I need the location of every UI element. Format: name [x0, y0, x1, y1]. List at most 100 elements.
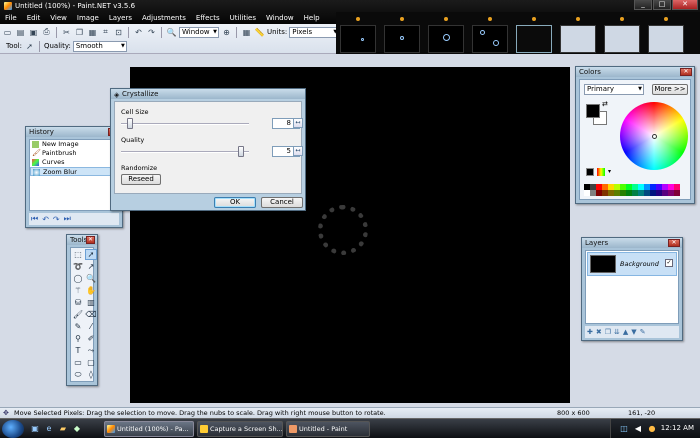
- ellipse-select-icon[interactable]: ◯: [72, 273, 84, 284]
- zoom-in-icon[interactable]: ⊕: [221, 27, 232, 38]
- quicklaunch-icon[interactable]: ◆: [72, 424, 82, 434]
- taskbar-item-paint[interactable]: Untitled - Paint: [286, 421, 370, 437]
- move-selection-icon[interactable]: ↗: [85, 261, 97, 272]
- new-icon[interactable]: ▭: [2, 27, 13, 38]
- zoom-icon[interactable]: 🔍: [85, 273, 97, 284]
- deselect-icon[interactable]: ⊡: [113, 27, 124, 38]
- taskbar-item-paintdotnet[interactable]: Untitled (100%) - Pa...: [104, 421, 194, 437]
- close-icon[interactable]: ✕: [86, 236, 95, 244]
- move-selected-pixels-icon[interactable]: ➚: [85, 249, 97, 260]
- menu-image[interactable]: Image: [72, 12, 104, 24]
- freeform-shape-icon[interactable]: ◊: [85, 369, 97, 380]
- text-icon[interactable]: T: [72, 345, 84, 356]
- history-item-selected[interactable]: Zoom Blur: [30, 167, 118, 176]
- layer-visibility-checkbox[interactable]: ✓: [665, 259, 673, 267]
- primary-color-swatch[interactable]: [586, 104, 600, 118]
- show-desktop-icon[interactable]: ▣: [30, 424, 40, 434]
- image-thumbnail[interactable]: [560, 17, 596, 53]
- clone-stamp-icon[interactable]: ⚲: [72, 333, 84, 344]
- close-button[interactable]: ✕: [672, 0, 698, 10]
- history-item[interactable]: 🖌 Paintbrush: [30, 149, 118, 158]
- palette-swatch[interactable]: [674, 190, 680, 196]
- paint-bucket-icon[interactable]: ⛁: [72, 297, 84, 308]
- ellipse-icon[interactable]: ⬭: [72, 369, 84, 380]
- layer-item[interactable]: Background ✓: [587, 252, 677, 276]
- layer-properties-icon[interactable]: ✎: [640, 328, 646, 336]
- add-layer-icon[interactable]: ✚: [587, 328, 593, 336]
- recolor-icon[interactable]: ✐: [85, 333, 97, 344]
- lasso-select-icon[interactable]: ➰: [72, 261, 84, 272]
- image-thumbnail[interactable]: [340, 17, 376, 53]
- redo-icon[interactable]: ↷: [53, 215, 60, 224]
- image-thumbnail[interactable]: [472, 17, 508, 53]
- swap-colors-icon[interactable]: ⇄: [602, 100, 608, 108]
- menu-view[interactable]: View: [45, 12, 72, 24]
- image-thumbnail[interactable]: [428, 17, 464, 53]
- cancel-button[interactable]: Cancel: [261, 197, 303, 208]
- pan-icon[interactable]: ✋: [85, 285, 97, 296]
- move-layer-up-icon[interactable]: ▲: [623, 328, 628, 336]
- image-thumbnail-selected[interactable]: [516, 17, 552, 53]
- rewind-icon[interactable]: ⏮: [31, 214, 38, 224]
- image-thumbnail[interactable]: [384, 17, 420, 53]
- network-icon[interactable]: ◫: [619, 424, 629, 434]
- more-colors-button[interactable]: More >>: [652, 84, 688, 95]
- eraser-icon[interactable]: ⌫: [85, 309, 97, 320]
- quality-slider-thumb[interactable]: [238, 146, 244, 157]
- rounded-rectangle-icon[interactable]: ▢: [85, 357, 97, 368]
- tray-app-icon[interactable]: ●: [647, 424, 657, 434]
- undo-icon[interactable]: ↶: [133, 27, 144, 38]
- quality-reset-button[interactable]: ↤: [293, 146, 303, 156]
- merge-layer-icon[interactable]: ⇊: [614, 328, 620, 336]
- gradient-icon[interactable]: ▥: [85, 297, 97, 308]
- menu-utilities[interactable]: Utilities: [225, 12, 261, 24]
- magic-wand-icon[interactable]: ⚚: [72, 285, 84, 296]
- copy-icon[interactable]: ❐: [74, 27, 85, 38]
- palette-picker-icon[interactable]: [586, 168, 594, 176]
- image-thumbnail[interactable]: [604, 17, 640, 53]
- paste-icon[interactable]: ▦: [87, 27, 98, 38]
- color-wheel[interactable]: [620, 102, 688, 170]
- pencil-icon[interactable]: ✎: [72, 321, 84, 332]
- open-icon[interactable]: ▤: [15, 27, 26, 38]
- move-layer-down-icon[interactable]: ▼: [631, 328, 636, 336]
- paintbrush-icon[interactable]: 🖌: [72, 309, 84, 320]
- history-title[interactable]: History ✕: [26, 127, 122, 137]
- cell-size-slider-thumb[interactable]: [127, 118, 133, 129]
- colors-title[interactable]: Colors ✕: [576, 67, 694, 77]
- menu-file[interactable]: File: [0, 12, 22, 24]
- line-curve-icon[interactable]: ⤳: [85, 345, 97, 356]
- crop-icon[interactable]: ⌗: [100, 27, 111, 38]
- print-icon[interactable]: ⎙: [41, 27, 52, 38]
- move-tool-icon[interactable]: ➚: [24, 41, 35, 52]
- close-icon[interactable]: ✕: [680, 68, 692, 76]
- menu-window[interactable]: Window: [261, 12, 299, 24]
- close-icon[interactable]: ✕: [668, 239, 680, 247]
- history-item[interactable]: Curves: [30, 158, 118, 167]
- cell-size-slider-track[interactable]: [121, 123, 249, 125]
- grid-icon[interactable]: ▦: [241, 27, 252, 38]
- rectangle-select-icon[interactable]: ⬚: [72, 249, 84, 260]
- history-item[interactable]: New Image: [30, 140, 118, 149]
- volume-icon[interactable]: ◀: [633, 424, 643, 434]
- fast-forward-icon[interactable]: ⏭: [64, 214, 71, 224]
- rectangle-icon[interactable]: ▭: [72, 357, 84, 368]
- taskbar-item-capture[interactable]: Capture a Screen Sh...: [197, 421, 283, 437]
- zoom-combo[interactable]: Window ▼: [179, 26, 219, 38]
- palette-menu-chevron-icon[interactable]: ▾: [608, 168, 611, 175]
- ok-button[interactable]: OK: [214, 197, 256, 208]
- minimize-button[interactable]: _: [634, 0, 652, 10]
- folder-icon[interactable]: ▰: [58, 424, 68, 434]
- menu-effects[interactable]: Effects: [191, 12, 225, 24]
- ruler-icon[interactable]: 📏: [254, 27, 265, 38]
- start-button[interactable]: [2, 420, 24, 438]
- color-picker-icon[interactable]: ⁄: [85, 321, 97, 332]
- delete-layer-icon[interactable]: ✖: [596, 328, 602, 336]
- ie-icon[interactable]: e: [44, 424, 54, 434]
- save-icon[interactable]: ▣: [28, 27, 39, 38]
- units-combo[interactable]: Pixels▼: [289, 26, 340, 38]
- cell-size-reset-button[interactable]: ↤: [293, 118, 303, 128]
- image-thumbnail[interactable]: [648, 17, 684, 53]
- palette-swatch-icon[interactable]: [597, 168, 605, 176]
- crystallize-title[interactable]: Crystallize ◈: [111, 89, 305, 99]
